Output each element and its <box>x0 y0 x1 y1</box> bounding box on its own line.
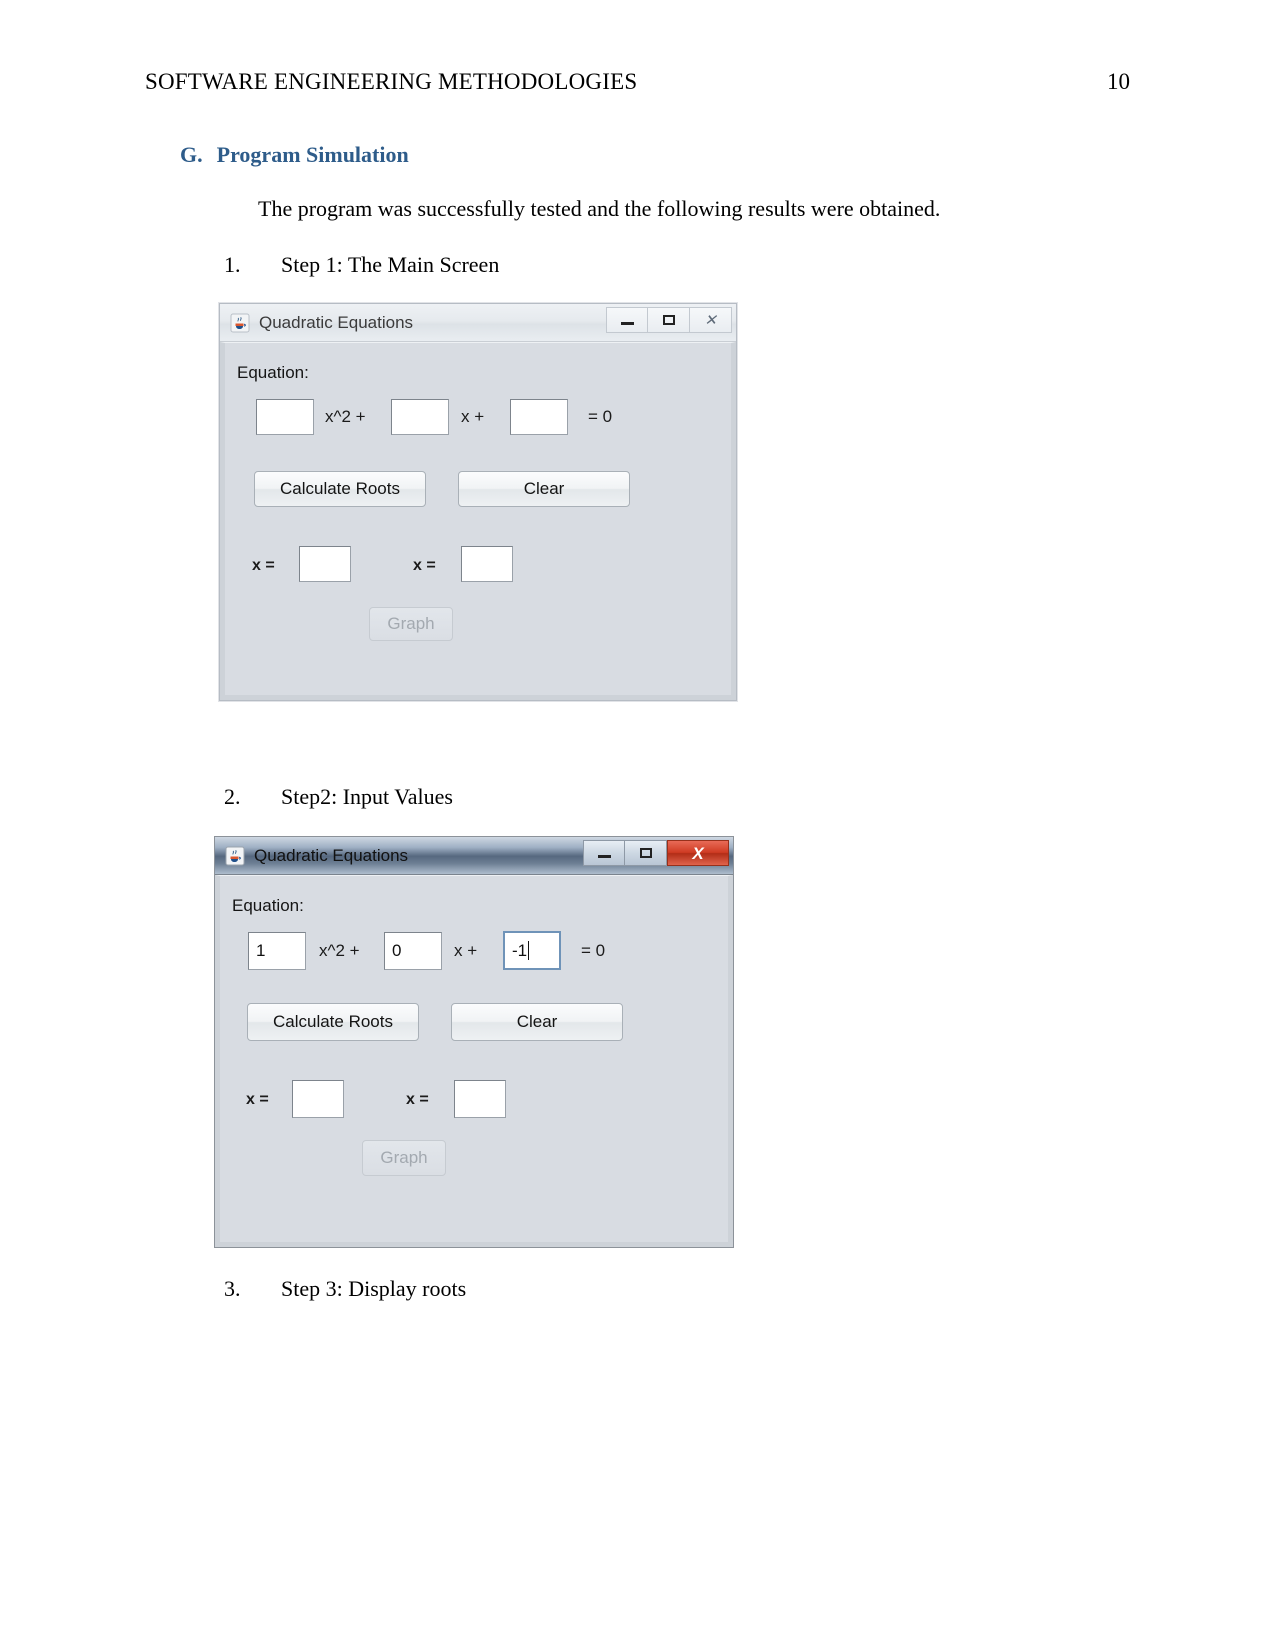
running-head: SOFTWARE ENGINEERING METHODOLOGIES 10 <box>145 68 1130 96</box>
minimize-icon <box>620 322 634 325</box>
step-number: 1. <box>224 252 241 277</box>
section-letter: G. <box>180 142 203 167</box>
coefficient-a-input[interactable]: 1 <box>248 932 306 970</box>
equation-panel: Equation: 1 x^2 + 0 x + -1 = 0 Calculate… <box>220 876 728 1242</box>
step-label: Step2: Input Values <box>281 784 453 809</box>
window-content-main: Equation: x^2 + x + = 0 Calculate Roots … <box>220 342 736 700</box>
document-page: SOFTWARE ENGINEERING METHODOLOGIES 10 G.… <box>0 0 1275 1650</box>
maximize-icon <box>662 315 675 325</box>
equation-label: Equation: <box>232 896 304 915</box>
java-cup-icon <box>225 846 245 866</box>
window-titlebar[interactable]: Quadratic Equations X <box>215 837 733 875</box>
close-icon: X <box>692 843 704 863</box>
step-label: Step 3: Display roots <box>281 1276 467 1301</box>
page-number: 10 <box>1107 69 1130 94</box>
java-cup-icon <box>230 313 250 333</box>
minimize-button[interactable] <box>583 840 625 866</box>
close-button[interactable]: ✕ <box>690 307 732 333</box>
calculate-roots-button[interactable]: Calculate Roots <box>247 1003 419 1041</box>
window-controls[interactable]: ✕ <box>606 307 732 334</box>
quadratic-equations-window-main[interactable]: Quadratic Equations ✕ Equation: x^2 + x … <box>219 303 737 701</box>
close-icon: ✕ <box>704 311 717 329</box>
step-item-3: 3. Step 3: Display roots <box>224 1276 466 1302</box>
root2-label: x = <box>406 1091 429 1108</box>
root2-label: x = <box>413 557 436 574</box>
step-item-2: 2. Step2: Input Values <box>224 784 453 810</box>
equals-zero-text: = 0 <box>588 407 613 426</box>
window-title: Quadratic Equations <box>259 312 414 332</box>
window-content-input: Equation: 1 x^2 + 0 x + -1 = 0 Calculate… <box>215 875 733 1247</box>
root1-output <box>299 546 351 582</box>
operator-x-plus: x + <box>461 407 485 426</box>
minimize-icon <box>597 855 611 858</box>
intro-paragraph: The program was successfully tested and … <box>258 196 941 221</box>
step-item-1: 1. Step 1: The Main Screen <box>224 252 499 278</box>
step-number: 3. <box>224 1276 241 1301</box>
section-heading: G. Program Simulation <box>180 142 409 168</box>
window-title: Quadratic Equations <box>254 845 409 865</box>
clear-button[interactable]: Clear <box>458 471 630 507</box>
minimize-button[interactable] <box>606 307 648 333</box>
graph-button[interactable]: Graph <box>369 607 453 641</box>
text-caret <box>528 941 530 960</box>
running-head-title: SOFTWARE ENGINEERING METHODOLOGIES <box>145 69 638 94</box>
root2-output <box>461 546 513 582</box>
clear-button[interactable]: Clear <box>451 1003 623 1041</box>
coefficient-c-input[interactable] <box>510 399 568 435</box>
coefficient-b-input[interactable] <box>391 399 449 435</box>
coefficient-a-input[interactable] <box>256 399 314 435</box>
maximize-button[interactable] <box>648 307 690 333</box>
operator-x-squared-plus: x^2 + <box>325 407 366 426</box>
coefficient-c-input[interactable]: -1 <box>503 931 561 970</box>
root2-output <box>454 1080 506 1118</box>
window-controls[interactable]: X <box>583 840 729 867</box>
quadratic-equations-window-input[interactable]: Quadratic Equations X Equation: 1 x^2 + … <box>214 836 734 1248</box>
graph-button[interactable]: Graph <box>362 1140 446 1176</box>
step-label: Step 1: The Main Screen <box>281 252 500 277</box>
close-button[interactable]: X <box>667 840 729 866</box>
maximize-button[interactable] <box>625 840 667 866</box>
maximize-icon <box>639 848 652 858</box>
window-titlebar[interactable]: Quadratic Equations ✕ <box>220 304 736 342</box>
equals-zero-text: = 0 <box>581 941 606 960</box>
coefficient-c-value: -1 <box>512 940 528 960</box>
coefficient-b-input[interactable]: 0 <box>384 932 442 970</box>
calculate-roots-button[interactable]: Calculate Roots <box>254 471 426 507</box>
operator-x-squared-plus: x^2 + <box>319 941 360 960</box>
step-number: 2. <box>224 784 241 809</box>
equation-panel: Equation: x^2 + x + = 0 Calculate Roots … <box>225 343 731 695</box>
operator-x-plus: x + <box>454 941 478 960</box>
root1-output <box>292 1080 344 1118</box>
equation-label: Equation: <box>237 363 309 382</box>
root1-label: x = <box>252 557 275 574</box>
root1-label: x = <box>246 1091 269 1108</box>
section-title: Program Simulation <box>216 142 409 167</box>
